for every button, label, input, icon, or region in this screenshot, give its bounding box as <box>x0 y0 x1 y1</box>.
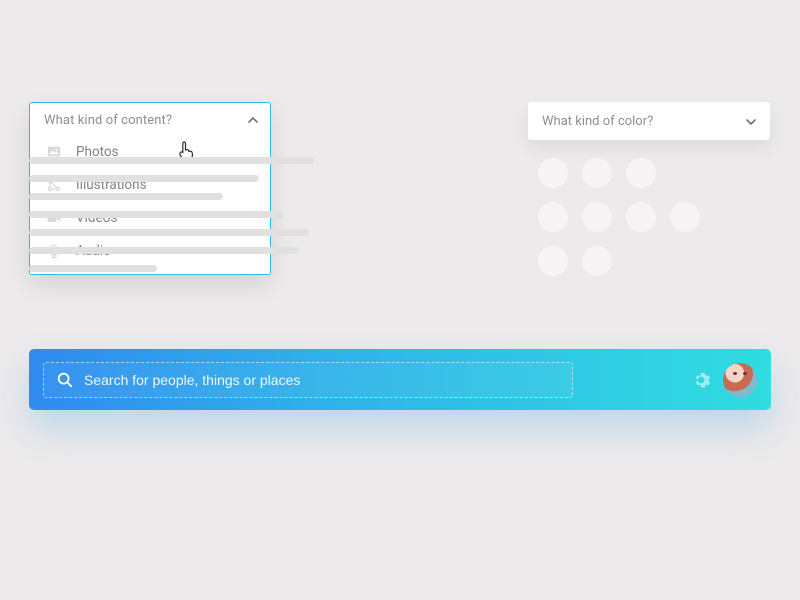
color-swatch[interactable] <box>582 202 612 232</box>
content-type-dropdown-title: What kind of content? <box>44 113 172 128</box>
search-field[interactable] <box>43 362 573 398</box>
search-bar <box>29 349 771 410</box>
color-swatch[interactable] <box>626 202 656 232</box>
color-swatch[interactable] <box>538 158 568 188</box>
skeleton-placeholder <box>29 146 314 283</box>
content-type-dropdown-header[interactable]: What kind of content? <box>30 113 270 136</box>
color-swatch[interactable] <box>626 158 656 188</box>
color-dropdown-title: What kind of color? <box>542 114 653 129</box>
chevron-down-icon <box>746 116 756 126</box>
color-swatch[interactable] <box>582 158 612 188</box>
search-input[interactable] <box>84 372 572 388</box>
gear-icon[interactable] <box>691 370 711 390</box>
color-swatch[interactable] <box>538 202 568 232</box>
color-swatch[interactable] <box>538 246 568 276</box>
chevron-up-icon <box>248 114 258 124</box>
avatar[interactable] <box>723 363 757 397</box>
search-icon <box>56 371 74 389</box>
color-swatch-grid <box>538 158 710 290</box>
color-swatch[interactable] <box>670 202 700 232</box>
color-swatch[interactable] <box>582 246 612 276</box>
color-dropdown[interactable]: What kind of color? <box>528 102 770 140</box>
